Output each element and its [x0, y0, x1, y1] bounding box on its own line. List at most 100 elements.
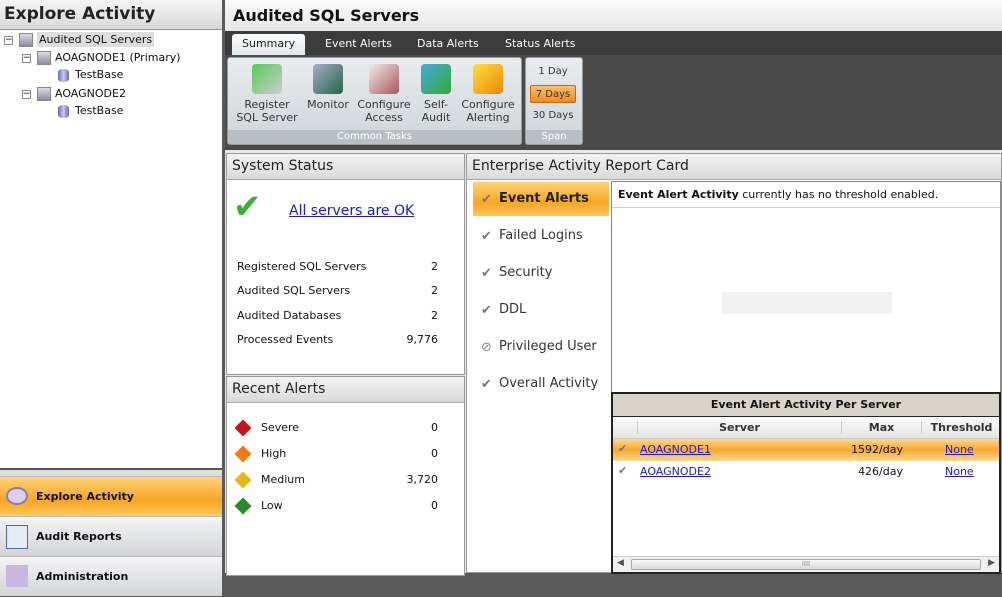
status-row: Audited SQL Servers 2	[237, 284, 438, 297]
status-row: Registered SQL Servers 2	[237, 260, 438, 273]
nav-audit-reports[interactable]: Audit Reports	[0, 516, 222, 556]
page-title: Audited SQL Servers	[225, 0, 1002, 31]
check-icon: ✔	[481, 377, 492, 392]
left-panel-title: Explore Activity	[0, 0, 222, 30]
span-1-day[interactable]: 1 Day	[530, 63, 576, 81]
left-panel: Explore Activity − Audited SQL Servers − A…	[0, 0, 222, 596]
green-check-icon: ✔	[233, 187, 262, 227]
tree-node-audited-servers[interactable]: − Audited SQL Servers	[4, 32, 155, 47]
nav-explore-activity[interactable]: Explore Activity	[0, 476, 222, 516]
medium-icon	[234, 471, 252, 489]
alert-row-high[interactable]: High 0	[234, 445, 438, 463]
disabled-icon: ⊘	[481, 340, 492, 355]
tree-node-aoagnode1[interactable]: − AOAGNODE1 (Primary)	[22, 51, 181, 65]
tab-bar: Summary Event Alerts Data Alerts Status …	[225, 31, 1002, 55]
table-row[interactable]: ✔ AOAGNODE1 1592/day None	[613, 439, 999, 461]
servers-icon	[19, 33, 33, 47]
alert-warning-icon	[473, 64, 503, 94]
check-icon: ✔	[481, 303, 492, 318]
splitter-handle[interactable]	[0, 468, 222, 476]
self-audit-icon	[421, 64, 451, 94]
tree-node-aoagnode2[interactable]: − AOAGNODE2	[22, 87, 126, 101]
monitor-button[interactable]: Monitor	[304, 64, 352, 111]
empty-chart-placeholder	[722, 292, 892, 314]
tree-node-testbase[interactable]: TestBase	[58, 68, 123, 82]
report-item-failed-logins[interactable]: ✔ Failed Logins	[473, 219, 609, 253]
system-status-title: System Status	[227, 154, 464, 180]
per-server-table: Event Alert Activity Per Server Server M…	[611, 392, 1001, 574]
flashlight-icon	[6, 487, 28, 505]
admin-icon	[6, 565, 28, 587]
alert-row-severe[interactable]: Severe 0	[234, 419, 438, 437]
high-icon	[234, 445, 252, 463]
report-card-title: Enterprise Activity Report Card	[467, 154, 1001, 180]
database-icon	[58, 104, 69, 118]
common-tasks-group: Register SQL Server Monitor Configure Acce…	[227, 57, 522, 145]
server-icon	[37, 51, 51, 65]
system-status-panel: System Status ✔ All servers are OK Regis…	[226, 153, 465, 375]
span-label: Span	[526, 130, 582, 144]
tab-data-alerts[interactable]: Data Alerts	[407, 34, 489, 55]
nav-administration[interactable]: Administration	[0, 556, 222, 596]
report-item-ddl[interactable]: ✔ DDL	[473, 293, 609, 327]
report-item-privileged-user[interactable]: ⊘ Privileged User	[473, 330, 609, 364]
main-area: Audited SQL Servers Summary Event Alerts…	[225, 0, 1002, 576]
report-item-event-alerts[interactable]: ✔ Event Alerts	[473, 182, 609, 216]
event-alert-detail: Event Alert Activity currently has no th…	[611, 181, 1001, 393]
status-row: Audited Databases 2	[237, 309, 438, 322]
check-icon: ✔	[618, 442, 628, 455]
check-icon: ✔	[481, 266, 492, 281]
recent-alerts-title: Recent Alerts	[227, 377, 464, 403]
span-group: 1 Day 7 Days 30 Days Span	[525, 57, 583, 145]
table-header: Server Max Threshold	[613, 417, 999, 439]
column-server[interactable]: Server	[637, 421, 841, 434]
check-icon: ✔	[481, 229, 492, 244]
report-card-panel: Enterprise Activity Report Card ✔ Event A…	[466, 153, 1002, 574]
report-item-security[interactable]: ✔ Security	[473, 256, 609, 290]
reports-icon	[6, 525, 28, 549]
threshold-link[interactable]: None	[945, 465, 974, 478]
tab-summary[interactable]: Summary	[232, 34, 306, 55]
alert-row-low[interactable]: Low 0	[234, 497, 438, 515]
check-icon: ✔	[618, 464, 628, 477]
tab-status-alerts[interactable]: Status Alerts	[495, 34, 585, 55]
severe-icon	[234, 419, 252, 437]
scroll-thumb[interactable]: IIII	[631, 559, 981, 570]
common-tasks-label: Common Tasks	[228, 130, 521, 144]
configure-alerting-button[interactable]: Configure Alerting	[460, 64, 516, 124]
tab-event-alerts[interactable]: Event Alerts	[315, 34, 402, 55]
all-servers-ok-link[interactable]: All servers are OK	[289, 203, 414, 219]
alert-row-medium[interactable]: Medium 3,720	[234, 471, 438, 489]
recent-alerts-panel: Recent Alerts Severe 0 High 0 Medium 3,720 …	[226, 376, 465, 576]
register-sql-server-button[interactable]: Register SQL Server	[236, 64, 298, 124]
self-audit-button[interactable]: Self- Audit	[418, 64, 454, 124]
column-threshold[interactable]: Threshold	[921, 421, 1001, 434]
table-row[interactable]: ✔ AOAGNODE2 426/day None	[613, 461, 999, 483]
column-max[interactable]: Max	[841, 421, 921, 434]
horizontal-scrollbar[interactable]: ◀ IIII ▶	[613, 556, 999, 572]
tree-node-testbase[interactable]: TestBase	[58, 104, 123, 118]
configure-access-icon	[369, 64, 399, 94]
collapse-icon[interactable]: −	[22, 89, 31, 99]
scroll-right-icon[interactable]: ▶	[988, 558, 995, 568]
register-server-icon	[252, 64, 282, 94]
per-server-table-title: Event Alert Activity Per Server	[613, 394, 999, 417]
status-row: Processed Events 9,776	[237, 333, 438, 346]
collapse-icon[interactable]: −	[22, 53, 31, 63]
ribbon: Register SQL Server Monitor Configure Acce…	[225, 55, 1002, 150]
server-link[interactable]: AOAGNODE1	[640, 443, 711, 456]
monitor-icon	[313, 64, 343, 94]
report-item-overall-activity[interactable]: ✔ Overall Activity	[473, 367, 609, 401]
server-link[interactable]: AOAGNODE2	[640, 465, 711, 478]
span-7-days[interactable]: 7 Days	[530, 85, 576, 103]
span-30-days[interactable]: 30 Days	[530, 107, 576, 125]
low-icon	[234, 497, 252, 515]
threshold-link[interactable]: None	[945, 443, 974, 456]
server-icon	[37, 87, 51, 101]
scroll-left-icon[interactable]: ◀	[617, 558, 624, 568]
threshold-message: Event Alert Activity currently has no th…	[612, 182, 1000, 208]
database-icon	[58, 68, 69, 82]
collapse-icon[interactable]: −	[4, 35, 13, 45]
configure-access-button[interactable]: Configure Access	[356, 64, 412, 124]
check-icon: ✔	[481, 192, 492, 207]
